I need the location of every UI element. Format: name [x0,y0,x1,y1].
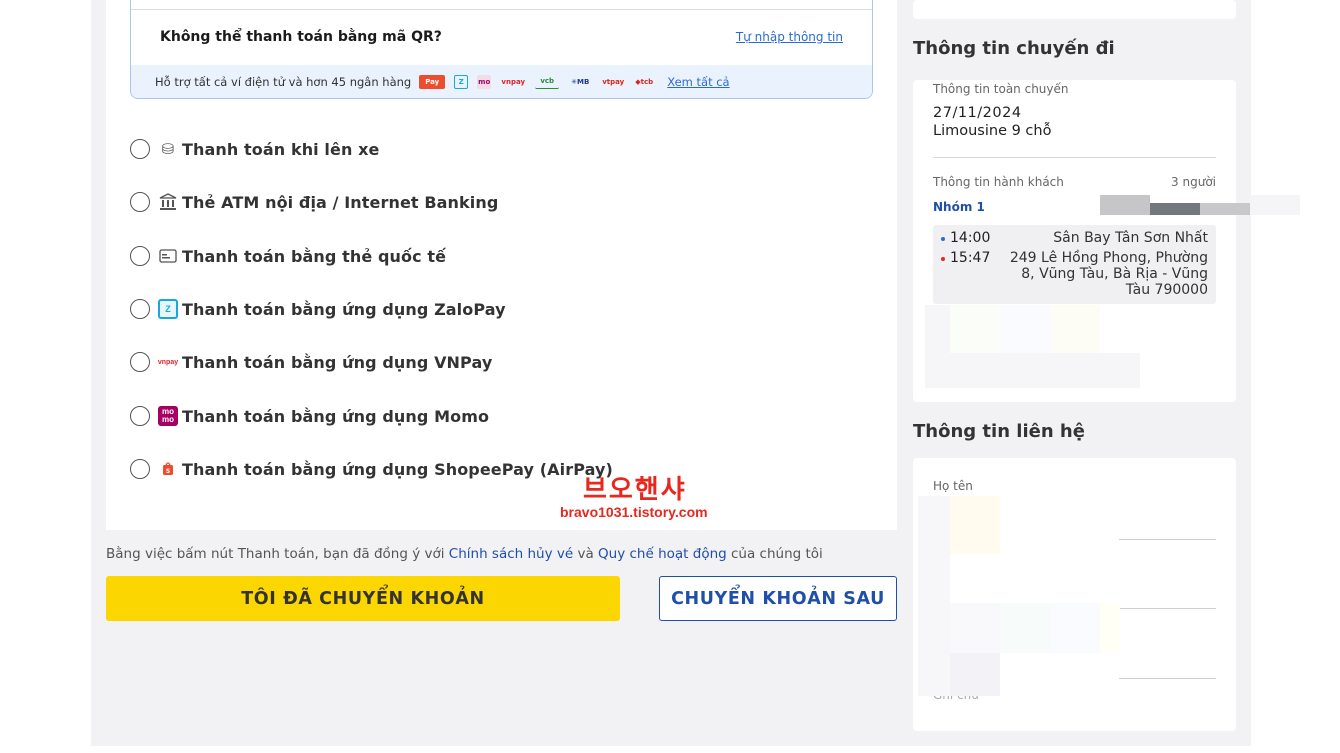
supported-banks-bar: Hỗ trợ tất cả ví điện tử và hơn 45 ngân … [131,65,872,98]
redacted-block [1100,603,1120,653]
svg-text:S: S [166,468,170,475]
watermark: 브오핸샤 bravo1031.tistory.com [560,475,708,520]
redacted-block [1100,195,1150,215]
payment-method-vnpay[interactable]: vnpay Thanh toán bằng ứng dụng VNPay [130,350,492,374]
redacted-block [918,496,950,696]
name-field-underline[interactable] [1119,539,1216,540]
method-label: Thanh toán bằng thẻ quốc tế [182,246,447,266]
momo-icon: mo [477,74,492,89]
trip-date: 27/11/2024 [933,105,1022,121]
trip-info-card: Thông tin toàn chuyến 27/11/2024 Limousi… [913,80,1300,402]
transferred-button[interactable]: TÔI ĐÃ CHUYỂN KHOẢN [106,576,620,621]
payment-method-zalopay[interactable]: Z Thanh toán bằng ứng dụng ZaloPay [130,297,506,321]
contact-info-card: Họ tên Ghi chú [913,458,1236,731]
top-summary-card [913,0,1236,19]
method-label: Thanh toán bằng ứng dụng VNPay [182,352,493,372]
method-label: Thanh toán bằng ứng dụng Momo [182,406,490,426]
radio-button[interactable] [130,352,150,372]
payment-method-momo[interactable]: mo mo Thanh toán bằng ứng dụng Momo [130,404,489,428]
redacted-block [950,653,1000,696]
contact-info-title: Thông tin liên hệ [913,421,1085,442]
method-label: Thanh toán khi lên xe [182,139,380,159]
redacted-block [950,353,1140,388]
group-label: Nhóm 1 [933,200,985,214]
trip-divider [933,157,1216,158]
terms-and: và [573,546,599,562]
redacted-block [1050,603,1100,653]
trip-subtitle: Thông tin toàn chuyến [933,82,1069,96]
redacted-block [1250,195,1300,215]
radio-button[interactable] [130,192,150,212]
radio-button[interactable] [130,139,150,159]
watermark-url: bravo1031.tistory.com [560,504,708,520]
terms-text: Bằng việc bấm nút Thanh toán, bạn đã đồn… [106,546,823,562]
zalopay-icon: Z [454,74,469,89]
redacted-block [1200,203,1250,215]
trip-info-title: Thông tin chuyến đi [913,38,1115,59]
redacted-block [1050,305,1100,353]
qr-divider [131,9,872,10]
qr-question: Không thể thanh toán bằng mã QR? [160,29,442,45]
radio-button[interactable] [130,406,150,426]
passenger-info-label: Thông tin hành khách [933,175,1064,189]
shopeepay-icon: Pay [419,74,446,89]
cancellation-policy-link[interactable]: Chính sách hủy vé [449,546,573,562]
arrival-time: 15:47 [950,250,991,266]
payment-method-cash[interactable]: ⛁ Thanh toán khi lên xe [130,137,380,161]
passenger-count: 3 người [1171,175,1216,189]
support-text: Hỗ trợ tất cả ví điện tử và hơn 45 ngân … [155,74,412,89]
vnpay-icon: vnpay [157,358,179,366]
redacted-block [1150,203,1200,215]
mb-icon: ✳MB [571,77,590,86]
arrival-place: 249 Lê Hồng Phong, Phường 8, Vũng Tàu, B… [1009,250,1208,298]
method-label: Thẻ ATM nội địa / Internet Banking [182,192,499,212]
name-label: Họ tên [933,479,973,493]
vnpay-icon: vnpay [501,77,526,86]
shopeepay-icon: S [158,459,178,479]
techcombank-icon: ◆tcb [635,77,654,86]
redacted-block [1000,305,1050,353]
arrival-stop: 249 Lê Hồng Phong, Phường 8, Vũng Tàu, B… [1003,250,1208,298]
payment-method-international-card[interactable]: Thanh toán bằng thẻ quốc tế [130,244,446,268]
radio-button[interactable] [130,246,150,266]
vehicle-type: Limousine 9 chỗ [933,123,1052,139]
route-box: 14:00 Sân Bay Tân Sơn Nhất 249 Lê Hồng P… [933,225,1216,304]
departure-dot [941,237,945,241]
method-label: Thanh toán bằng ứng dụng ShopeePay (AirP… [182,459,613,479]
email-field-underline[interactable] [1119,678,1216,679]
phone-field-underline[interactable] [1119,608,1216,609]
watermark-title: 브오핸샤 [582,475,687,505]
redacted-block [1000,603,1050,653]
departure-stop: 14:00 Sân Bay Tân Sơn Nhất [941,230,1208,246]
bank-icon [158,192,178,212]
cash-icon: ⛁ [161,141,175,158]
see-all-banks-link[interactable]: Xem tất cả [667,75,729,89]
operating-rules-link[interactable]: Quy chế hoạt động [598,546,727,562]
terms-prefix: Bằng việc bấm nút Thanh toán, bạn đã đồn… [106,546,449,562]
payment-method-shopeepay[interactable]: S Thanh toán bằng ứng dụng ShopeePay (Ai… [130,457,613,481]
qr-fallback-box: Không thể thanh toán bằng mã QR? Tự nhập… [130,0,873,99]
payment-method-atm[interactable]: Thẻ ATM nội địa / Internet Banking [130,190,498,214]
departure-time: 14:00 [950,230,991,246]
arrival-dot [941,257,945,261]
radio-button[interactable] [130,459,150,479]
method-label: Thanh toán bằng ứng dụng ZaloPay [182,299,506,319]
redacted-block [950,496,1000,554]
zalopay-icon: Z [158,299,178,319]
transfer-later-button[interactable]: CHUYỂN KHOẢN SAU [659,576,897,621]
credit-card-icon [158,246,178,266]
vietcombank-icon: vcb [535,75,560,89]
viettelpay-icon: vtpay [602,77,625,86]
manual-entry-link[interactable]: Tự nhập thông tin [736,30,843,44]
redacted-block [950,603,1000,653]
radio-button[interactable] [130,299,150,319]
terms-suffix: của chúng tôi [726,546,823,562]
redacted-block [950,305,1000,353]
redacted-block [925,305,950,388]
momo-icon: mo mo [158,406,178,426]
